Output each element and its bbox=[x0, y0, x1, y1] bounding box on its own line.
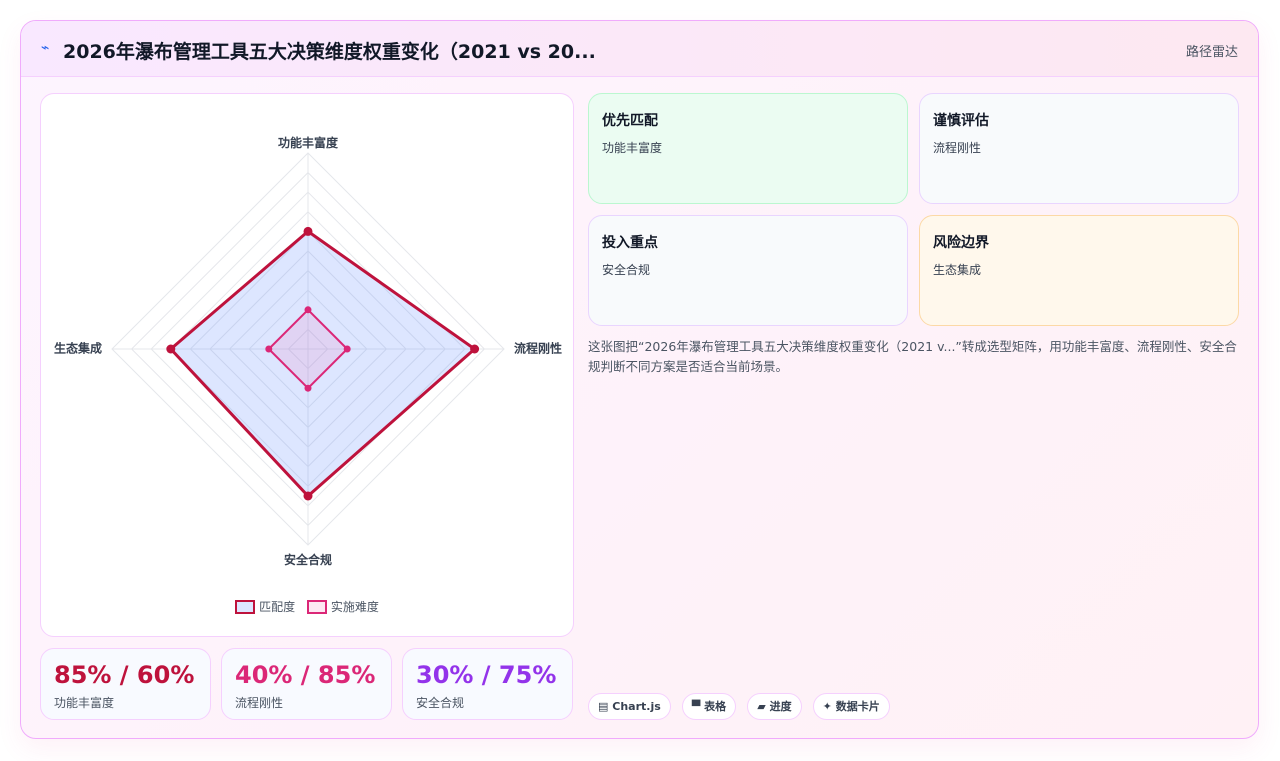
radar-data-point bbox=[265, 345, 273, 353]
radar-data-point bbox=[304, 384, 312, 392]
radar-data-point bbox=[303, 491, 313, 501]
chart-legend: 匹配度 实施难度 bbox=[41, 598, 573, 617]
quadrant-value: 生态集成 bbox=[933, 263, 982, 277]
radar-axis-label: 生态集成 bbox=[54, 341, 102, 356]
stat-card-process: 40% / 85% 流程刚性 bbox=[221, 648, 392, 720]
quadrant-caution: 谨慎评估 流程刚性 bbox=[919, 93, 1239, 204]
radar-axis-label: 安全合规 bbox=[284, 552, 332, 567]
radar-data-point bbox=[303, 226, 313, 236]
radar-chart-panel: 功能丰富度流程刚性安全合规 生态集成 匹配度 实施难度 bbox=[40, 93, 574, 637]
radar-data-point bbox=[304, 306, 312, 314]
radar-link[interactable]: 路径雷达 bbox=[1186, 41, 1238, 60]
stat-value: 30% / 75% bbox=[416, 661, 557, 689]
tag-data-card[interactable]: ✦ 数据卡片 bbox=[812, 693, 890, 720]
legend-swatch-match bbox=[235, 599, 256, 614]
quadrant-title: 谨慎评估 bbox=[933, 113, 989, 129]
quadrant-title: 投入重点 bbox=[602, 235, 658, 251]
trend-line-icon: ⌁ bbox=[41, 40, 50, 56]
card-header: ⌁ 2026年瀑布管理工具五大决策维度权重变化（2021 vs 20... 路径… bbox=[21, 21, 1258, 77]
legend-swatch-difficulty bbox=[306, 599, 327, 614]
quadrant-investment: 投入重点 安全合规 bbox=[588, 215, 908, 326]
stat-label: 功能丰富度 bbox=[54, 696, 115, 710]
radar-axis-label: 功能丰富度 bbox=[278, 135, 339, 150]
tag-label: 表格 bbox=[704, 700, 727, 713]
stat-card-feature: 85% / 60% 功能丰富度 bbox=[40, 648, 211, 720]
tag-label: 进度 bbox=[769, 700, 792, 713]
quadrant-priority: 优先匹配 功能丰富度 bbox=[588, 93, 908, 204]
radar-data-point bbox=[470, 344, 480, 354]
tag-table[interactable]: ▀ 表格 bbox=[681, 693, 737, 720]
chart-description: 这张图把“2026年瀑布管理工具五大决策维度权重变化（2021 v...”转成选… bbox=[588, 339, 1237, 374]
tag-list: ▤ Chart.js ▀ 表格 ▰ 进度 ✦ 数据卡片 bbox=[588, 693, 896, 720]
tag-label: Chart.js bbox=[612, 700, 661, 713]
chart-icon: ▤ bbox=[598, 700, 609, 713]
main-card: ⌁ 2026年瀑布管理工具五大决策维度权重变化（2021 vs 20... 路径… bbox=[20, 20, 1259, 739]
radar-data-point bbox=[166, 344, 176, 354]
legend-label-match: 匹配度 bbox=[259, 600, 296, 614]
stat-label: 安全合规 bbox=[416, 696, 465, 710]
legend-item-difficulty[interactable]: 实施难度 bbox=[306, 598, 379, 615]
stat-label: 流程刚性 bbox=[235, 696, 284, 710]
table-icon: ▀ bbox=[691, 700, 701, 713]
radar-data-point bbox=[343, 345, 351, 353]
stat-value: 40% / 85% bbox=[235, 661, 376, 689]
stat-value: 85% / 60% bbox=[54, 661, 195, 689]
sparkle-icon: ✦ bbox=[822, 700, 832, 713]
quadrant-value: 流程刚性 bbox=[933, 141, 982, 155]
legend-label-difficulty: 实施难度 bbox=[330, 600, 379, 614]
stat-card-security: 30% / 75% 安全合规 bbox=[402, 648, 573, 720]
radar-chart: 功能丰富度流程刚性安全合规 生态集成 bbox=[54, 135, 562, 567]
quadrant-title: 优先匹配 bbox=[602, 113, 658, 129]
quadrant-value: 功能丰富度 bbox=[602, 141, 663, 155]
tag-chartjs[interactable]: ▤ Chart.js bbox=[588, 693, 671, 720]
quadrant-title: 风险边界 bbox=[933, 235, 989, 251]
quadrant-risk: 风险边界 生态集成 bbox=[919, 215, 1239, 326]
quadrant-value: 安全合规 bbox=[602, 263, 651, 277]
progress-icon: ▰ bbox=[757, 700, 766, 713]
tag-progress[interactable]: ▰ 进度 bbox=[747, 693, 802, 720]
radar-axis-label: 流程刚性 bbox=[514, 341, 562, 356]
legend-item-match[interactable]: 匹配度 bbox=[235, 598, 295, 615]
page-title: 2026年瀑布管理工具五大决策维度权重变化（2021 vs 20... bbox=[63, 41, 596, 63]
tag-label: 数据卡片 bbox=[835, 700, 880, 713]
